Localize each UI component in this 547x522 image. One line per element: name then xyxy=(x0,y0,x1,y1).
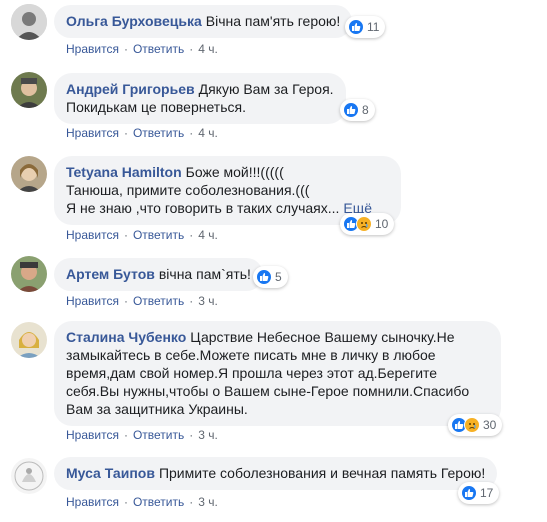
avatar[interactable] xyxy=(11,156,47,192)
comment-text: Примите соболезнования и вечная память Г… xyxy=(158,465,486,481)
avatar[interactable] xyxy=(11,256,47,292)
comment-timestamp[interactable]: 4 ч. xyxy=(198,228,218,242)
comment-author[interactable]: Tetyana Hamilton xyxy=(66,164,182,180)
reactions-summary[interactable]: 10 xyxy=(340,213,395,235)
reaction-count: 5 xyxy=(275,270,282,284)
like-reaction-icon xyxy=(461,485,477,501)
comment: Ольга Бурховецька Вічна пам'ять герою! 11… xyxy=(0,0,547,60)
reaction-count: 8 xyxy=(362,103,369,117)
comment-timestamp[interactable]: 4 ч. xyxy=(198,42,218,56)
reactions-summary[interactable]: 17 xyxy=(458,482,500,504)
comment: Муса Таипов Примите соболезнования и вечн… xyxy=(0,452,547,520)
like-link[interactable]: Нравится xyxy=(66,228,119,242)
comment-actions: Нравится · Ответить · 4 ч. xyxy=(66,42,218,56)
reply-link[interactable]: Ответить xyxy=(133,42,184,56)
comment-author[interactable]: Ольга Бурховецька xyxy=(66,13,202,29)
reaction-count: 17 xyxy=(480,486,494,500)
avatar[interactable] xyxy=(11,72,47,108)
comment-timestamp[interactable]: 3 ч. xyxy=(198,428,218,442)
reactions-summary[interactable]: 11 xyxy=(345,16,386,38)
sad-reaction-icon xyxy=(464,417,480,433)
comment-timestamp[interactable]: 4 ч. xyxy=(198,126,218,140)
comment-author[interactable]: Андрей Григорьев xyxy=(66,81,195,97)
comment-actions: Нравится · Ответить · 4 ч. xyxy=(66,126,218,140)
comment: Сталина Чубенко Царствие Небесное Вашему … xyxy=(0,318,547,446)
reply-link[interactable]: Ответить xyxy=(133,126,184,140)
reaction-count: 30 xyxy=(483,418,497,432)
comment: Андрей Григорьев Дякую Вам за Героя. Поки… xyxy=(0,68,547,148)
comment: Артем Бутов вічна пам`ять! 5 Нравится · Отв… xyxy=(0,254,547,310)
comment-text: вічна пам`ять! xyxy=(158,266,251,282)
comment-thread: Ольга Бурховецька Вічна пам'ять герою! 11… xyxy=(0,0,547,522)
comment-actions: Нравится · Ответить · 3 ч. xyxy=(66,495,218,509)
comment-bubble: Артем Бутов вічна пам`ять! xyxy=(54,258,263,291)
reactions-summary[interactable]: 30 xyxy=(448,414,503,436)
like-link[interactable]: Нравится xyxy=(66,126,119,140)
like-link[interactable]: Нравится xyxy=(66,495,119,509)
reply-link[interactable]: Ответить xyxy=(133,294,184,308)
reaction-count: 10 xyxy=(375,217,389,231)
like-link[interactable]: Нравится xyxy=(66,294,119,308)
like-reaction-icon xyxy=(256,269,272,285)
comment: Tetyana Hamilton Боже мой!!!((((( Танюша,… xyxy=(0,152,547,244)
comment-actions: Нравится · Ответить · 3 ч. xyxy=(66,294,218,308)
comment-bubble: Андрей Григорьев Дякую Вам за Героя. Поки… xyxy=(54,73,346,124)
avatar[interactable] xyxy=(11,322,47,358)
comment-bubble: Сталина Чубенко Царствие Небесное Вашему … xyxy=(54,321,501,426)
comment-timestamp[interactable]: 3 ч. xyxy=(198,495,218,509)
reactions-summary[interactable]: 5 xyxy=(253,266,288,288)
avatar[interactable] xyxy=(11,4,47,40)
sad-reaction-icon xyxy=(356,216,372,232)
like-link[interactable]: Нравится xyxy=(66,42,119,56)
reaction-count: 11 xyxy=(367,20,380,34)
comment-author[interactable]: Сталина Чубенко xyxy=(66,329,186,345)
reply-link[interactable]: Ответить xyxy=(133,428,184,442)
comment-actions: Нравится · Ответить · 3 ч. xyxy=(66,428,218,442)
comment-author[interactable]: Артем Бутов xyxy=(66,266,155,282)
reply-link[interactable]: Ответить xyxy=(133,228,184,242)
comment-bubble: Ольга Бурховецька Вічна пам'ять герою! xyxy=(54,5,353,38)
comment-text: Вічна пам'ять герою! xyxy=(205,13,341,29)
comment-actions: Нравится · Ответить · 4 ч. xyxy=(66,228,218,242)
like-reaction-icon xyxy=(343,102,359,118)
like-reaction-icon xyxy=(348,19,364,35)
reply-link[interactable]: Ответить xyxy=(133,495,184,509)
comment-timestamp[interactable]: 3 ч. xyxy=(198,294,218,308)
comment-author[interactable]: Муса Таипов xyxy=(66,465,155,481)
comment-bubble: Муса Таипов Примите соболезнования и вечн… xyxy=(54,457,498,490)
reactions-summary[interactable]: 8 xyxy=(340,99,375,121)
like-link[interactable]: Нравится xyxy=(66,428,119,442)
avatar[interactable] xyxy=(11,458,47,494)
